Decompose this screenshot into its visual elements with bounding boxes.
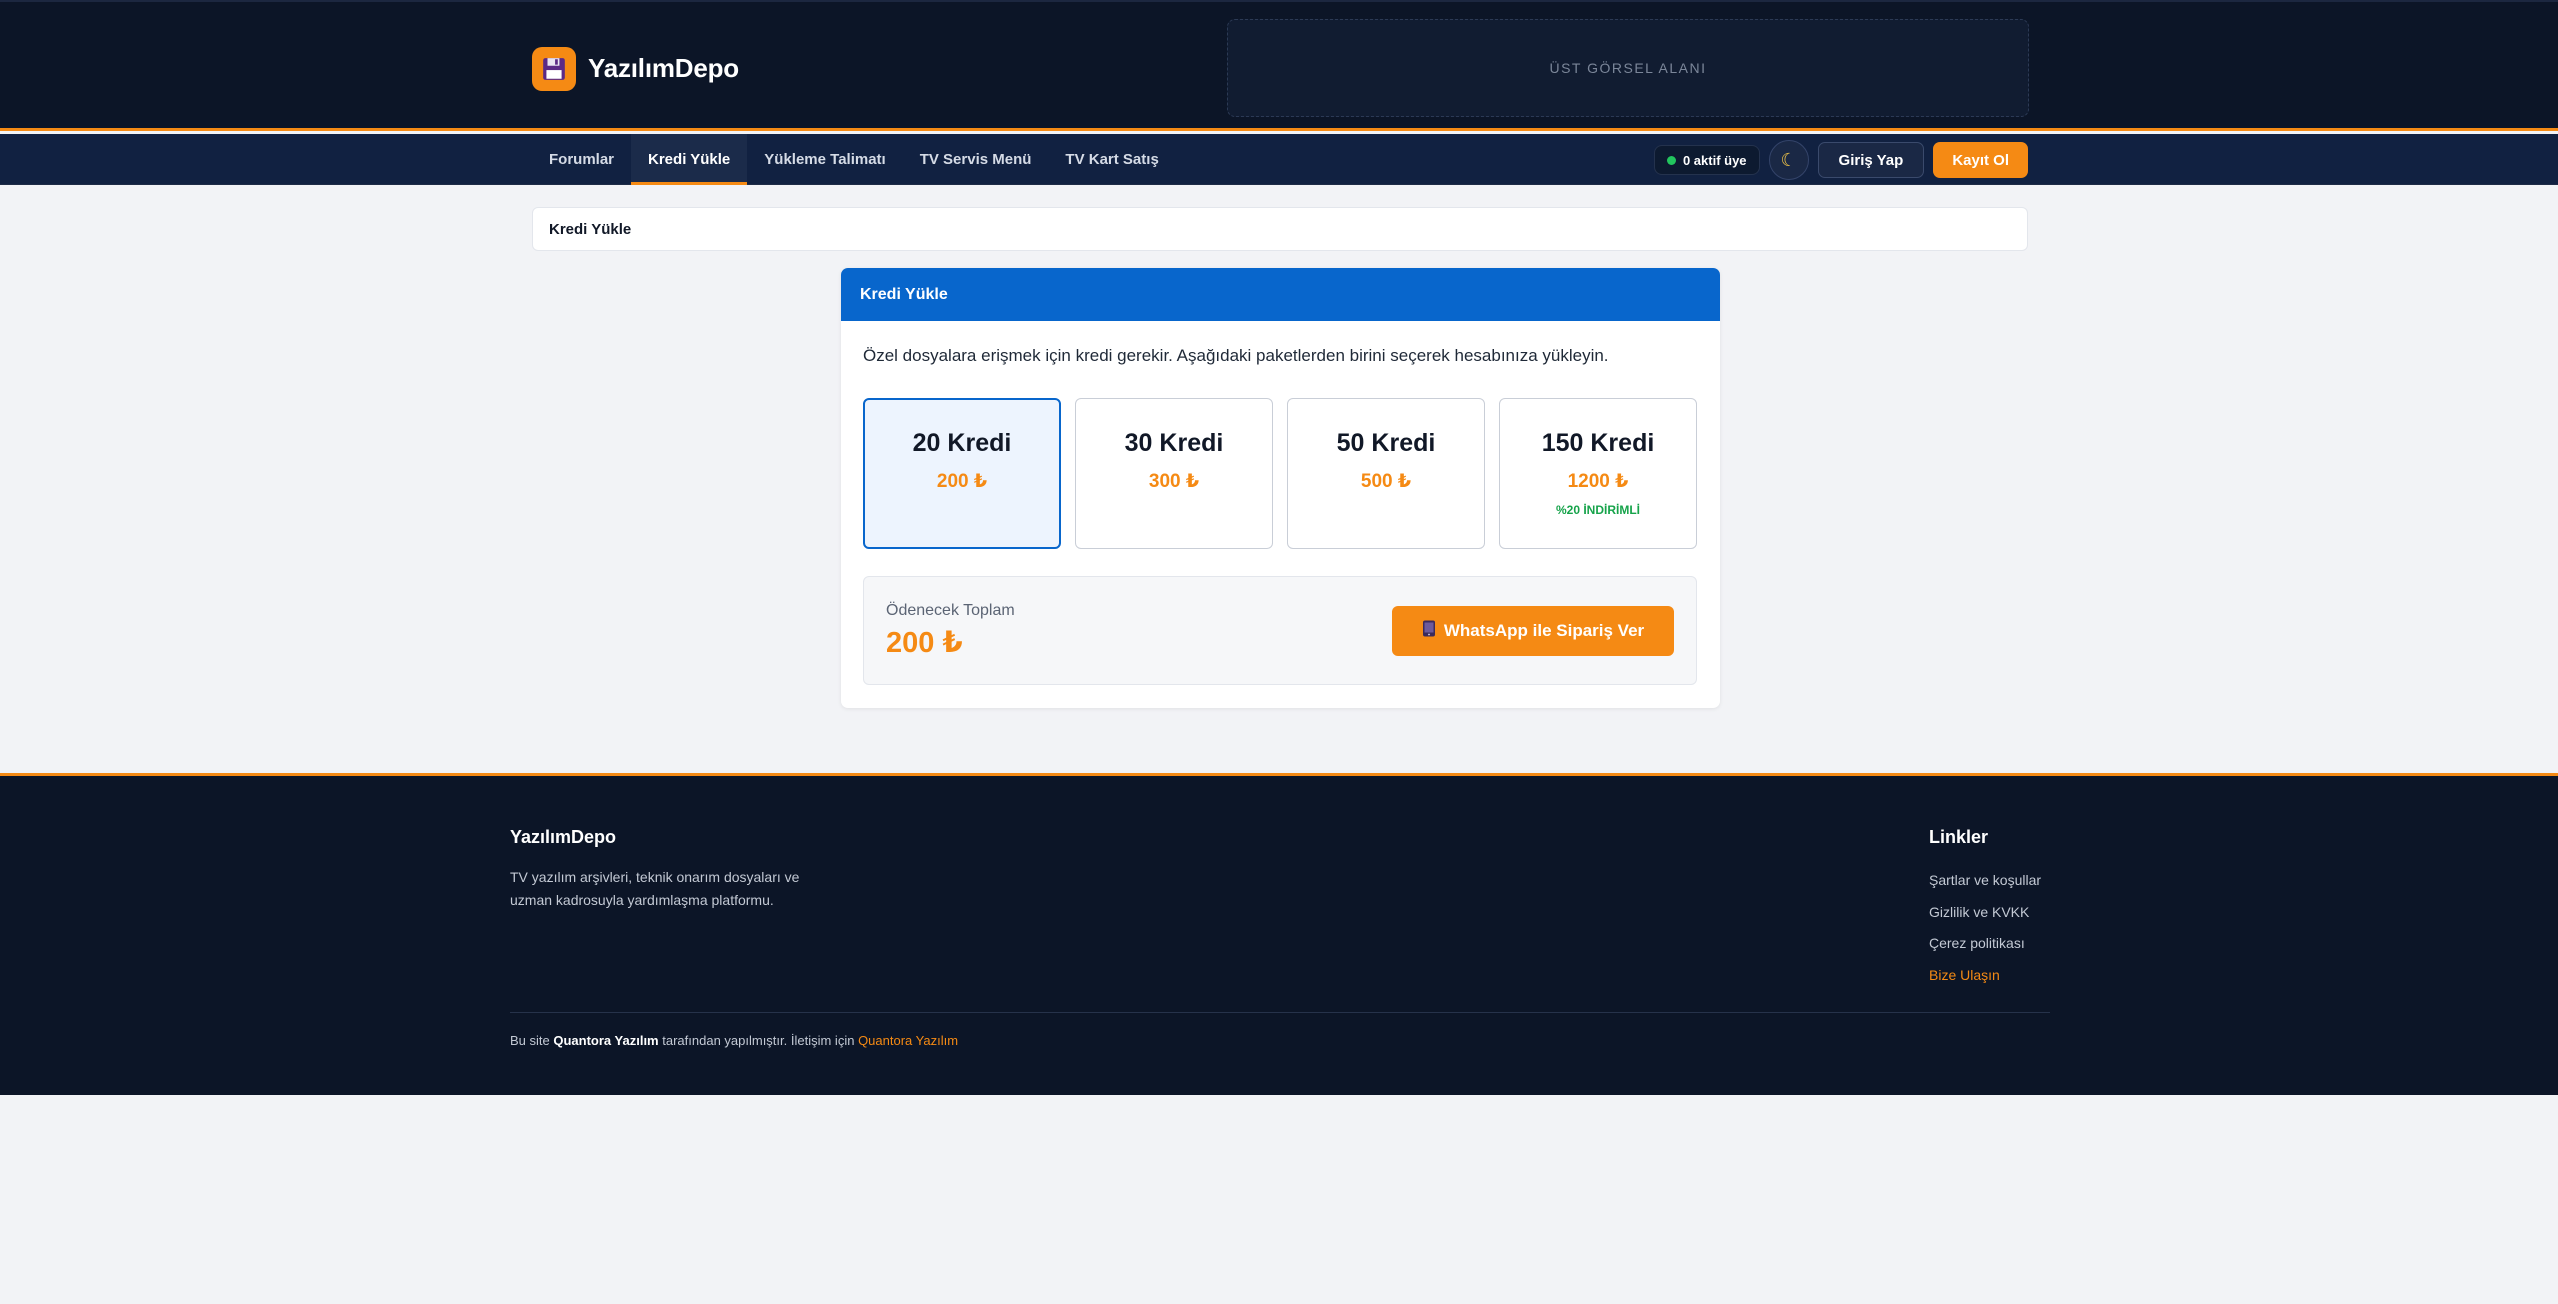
footer-link-contact[interactable]: Bize Ulaşın [1929, 967, 2041, 999]
brand-logo-link[interactable]: YazılımDepo [532, 46, 739, 91]
breadcrumb-current: Kredi Yükle [549, 220, 632, 238]
package-option-20[interactable]: 20 Kredi 200 ₺ [863, 398, 1061, 549]
credit-company-link[interactable]: Quantora Yazılım [858, 1033, 958, 1048]
online-users-text: 0 aktif üye [1682, 152, 1747, 168]
register-button[interactable]: Kayıt Ol [1933, 142, 2028, 178]
package-option-150[interactable]: 150 Kredi 1200 ₺ %20 İNDİRİMLİ [1499, 398, 1697, 549]
theme-toggle-button[interactable]: ☾ [1768, 140, 1809, 180]
nav-tab-kredi-yukle[interactable]: Kredi Yükle [631, 134, 748, 185]
main-nav: Forumlar Kredi Yükle Yükleme Talimatı TV… [0, 134, 2558, 185]
credit-prefix: Bu site [510, 1033, 550, 1048]
online-users-badge: 0 aktif üye [1653, 145, 1760, 175]
package-price: 1200 ₺ [1567, 471, 1629, 492]
credit-load-card: Kredi Yükle Özel dosyalara erişmek için … [841, 268, 1720, 708]
footer-brand: YazılımDepo [510, 827, 617, 847]
footer-divider [510, 1012, 2050, 1013]
banner-label: ÜST GÖRSEL ALANI [1549, 60, 1707, 76]
package-price: 500 ₺ [1360, 471, 1412, 492]
breadcrumb: Kredi Yükle [532, 207, 2028, 251]
footer-credit: Bu site Quantora Yazılım tarafından yapı… [510, 1033, 958, 1048]
nav-actions: 0 aktif üye ☾ Giriş Yap Kayıt Ol [1653, 140, 2028, 180]
package-option-30[interactable]: 30 Kredi 300 ₺ [1075, 398, 1273, 549]
login-button[interactable]: Giriş Yap [1817, 142, 1925, 178]
footer-links-title: Linkler [1929, 827, 1989, 847]
package-title: 30 Kredi [1124, 429, 1224, 457]
card-description: Özel dosyalara erişmek için kredi gereki… [863, 346, 1609, 365]
package-title: 150 Kredi [1541, 429, 1655, 457]
credit-middle: tarafından yapılmıştır. İletişim için [662, 1033, 855, 1048]
total-label: Ödenecek Toplam [886, 602, 1015, 619]
nav-tabs: Forumlar Kredi Yükle Yükleme Talimatı TV… [532, 134, 1176, 185]
nav-tab-forumlar[interactable]: Forumlar [532, 134, 631, 185]
phone-icon [1422, 620, 1436, 642]
package-price: 300 ₺ [1148, 471, 1200, 492]
whatsapp-order-label: WhatsApp ile Sipariş Ver [1443, 621, 1645, 640]
footer-links: Şartlar ve koşullar Gizlilik ve KVKK Çer… [1929, 872, 2041, 998]
credit-packages: 20 Kredi 200 ₺ 30 Kredi 300 ₺ 50 Kredi 5… [863, 398, 1697, 549]
order-summary: Ödenecek Toplam 200 ₺ WhatsApp ile Sipar… [863, 576, 1697, 685]
top-banner-area: ÜST GÖRSEL ALANI [1227, 19, 2029, 117]
credit-company: Quantora Yazılım [553, 1033, 659, 1048]
brand-name: YazılımDepo [588, 53, 739, 83]
discount-badge: %20 İNDİRİMLİ [1555, 503, 1640, 517]
footer-link-terms[interactable]: Şartlar ve koşullar [1929, 872, 2041, 904]
package-title: 50 Kredi [1336, 429, 1436, 457]
footer-link-cookies[interactable]: Çerez politikası [1929, 935, 2041, 967]
nav-tab-tv-kart-satis[interactable]: TV Kart Satış [1048, 134, 1175, 185]
footer-link-privacy[interactable]: Gizlilik ve KVKK [1929, 904, 2041, 936]
package-price: 200 ₺ [936, 471, 988, 492]
package-option-50[interactable]: 50 Kredi 500 ₺ [1287, 398, 1485, 549]
nav-tab-tv-servis-menu[interactable]: TV Servis Menü [903, 134, 1049, 185]
moon-icon: ☾ [1780, 149, 1797, 170]
online-status-dot-icon [1666, 155, 1676, 165]
nav-tab-yukleme-talimati[interactable]: Yükleme Talimatı [747, 134, 902, 185]
card-title: Kredi Yükle [841, 268, 1720, 321]
package-title: 20 Kredi [912, 429, 1012, 457]
site-footer: YazılımDepo TV yazılım arşivleri, teknik… [0, 773, 2558, 1095]
total-amount: 200 ₺ [886, 627, 963, 659]
site-header: YazılımDepo ÜST GÖRSEL ALANI [0, 0, 2558, 131]
footer-description: TV yazılım arşivleri, teknik onarım dosy… [510, 869, 800, 908]
floppy-disk-icon [532, 46, 576, 91]
whatsapp-order-button[interactable]: WhatsApp ile Sipariş Ver [1392, 606, 1674, 656]
